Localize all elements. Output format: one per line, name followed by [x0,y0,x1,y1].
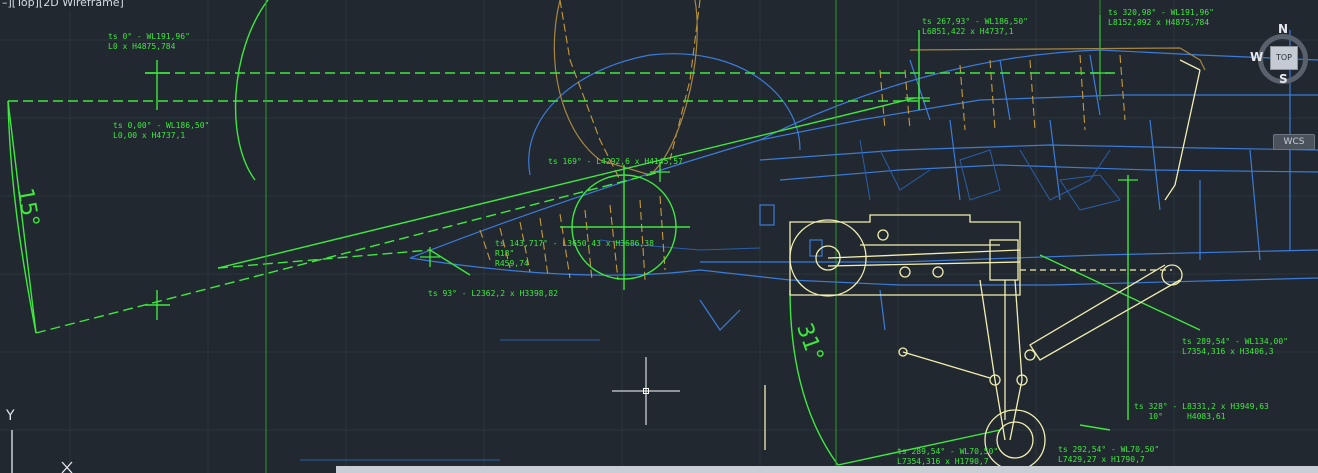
nose-wheel-hub [560,165,690,290]
drawing-canvas[interactable] [0,0,1318,473]
ucs-icon [11,430,73,473]
annotation-ts292-wl70: ts 292,54° - WL70,50" L7429,27 x H1790,7 [1058,445,1160,464]
annotation-ts0-wl191: ts 0° - WL191,96" L0 x H4875,784 [108,32,190,51]
viewcube-top-face[interactable]: TOP [1270,46,1298,70]
annotation-ts93: ts 93° - L2362,2 x H3398,82 [428,289,559,298]
grid-lines [0,0,1318,473]
hatch-panels [479,0,1126,281]
compass-south[interactable]: S [1279,72,1288,86]
annotation-ts289-wl134: ts 289,54° - WL134,00" L7354,316 x H3406… [1182,337,1288,356]
horizontal-scrollbar[interactable] [336,466,1318,473]
compass-north[interactable]: N [1278,22,1288,36]
fuselage-outline [409,30,1318,331]
grid-guides [265,0,1101,473]
annotation-ts320: ts 320,98° - WL191,96" L8152,892 x H4875… [1108,8,1214,27]
viewport-controls[interactable]: –][Top][2D Wireframe] [0,0,126,10]
compass-west[interactable]: W [1250,50,1263,64]
construction-lines [7,0,1201,466]
annotation-ts289-wl70: ts 289,54° - WL70,50" L7354,316 x H1790,… [897,447,999,466]
annotation-ts0-wl186: ts 0,00° - WL186,50" L0,00 x H4737,1 [113,121,210,140]
viewcube[interactable]: TOP N S W [1250,22,1318,118]
annotation-ts143: ts 143,717° - L3650,43 x H3686,38 R18" R… [495,239,654,268]
cursor-pickbox [643,388,649,394]
fuselage-frames [300,139,1121,461]
point-markers [420,72,1138,267]
wcs-menu-button[interactable]: WCS [1273,134,1315,150]
annotation-ts328: ts 328° - L8331,2 x H3949,63 10° H4083,6… [1134,402,1269,421]
ucs-y-axis-label: Y [6,408,15,424]
annotation-ts267: ts 267,93° - WL186,50" L6851,422 x H4737… [922,17,1028,36]
annotation-ts169: ts 169° - L4292,6 x H4145,57 [548,157,683,166]
